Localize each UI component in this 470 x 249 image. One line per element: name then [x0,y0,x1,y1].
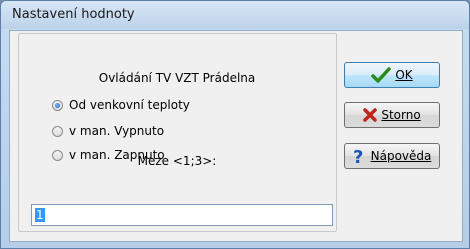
window-title: Nastavení hodnoty [12,7,135,22]
radio-label: Od venkovní teploty [69,98,190,112]
check-icon [371,67,392,83]
ok-button[interactable]: OK [344,62,440,88]
storno-label: Storno [381,108,421,122]
x-icon [363,108,378,122]
radio-unselected-icon [52,125,63,137]
title-bar[interactable]: Nastavení hodnoty [1,1,469,29]
group-heading: Ovládání TV VZT Prádelna [98,71,256,85]
value-input-text: 1 [35,208,45,222]
napoveda-label: Nápověda [370,149,432,163]
radio-od-venkovni-teploty[interactable]: Od venkovní teploty [52,96,190,114]
radio-label: v man. Vypnuto [69,124,165,138]
radio-selected-icon [52,99,63,111]
napoveda-button[interactable]: ? Nápověda [344,143,440,169]
value-input[interactable]: 1 [31,204,333,226]
storno-button[interactable]: Storno [344,102,440,128]
question-icon: ? [353,147,367,165]
range-label: Meze <1;3>: [137,154,217,168]
radio-man-vypnuto[interactable]: v man. Vypnuto [52,122,164,140]
svg-text:?: ? [353,147,363,165]
ok-label: OK [395,68,413,82]
